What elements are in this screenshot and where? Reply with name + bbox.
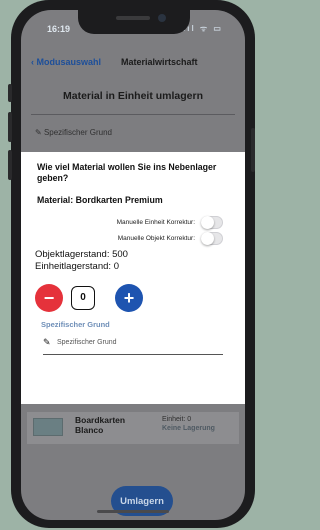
speaker (116, 16, 150, 20)
background-reason-placeholder: Spezifischer Grund (43, 128, 112, 137)
dialog-question: Wie viel Material wollen Sie ins Nebenla… (37, 162, 217, 183)
back-label: Modusauswahl (36, 57, 102, 67)
background-reason-field[interactable]: ✎ Spezifischer Grund (35, 128, 112, 137)
nav-title: Materialwirtschaft (121, 57, 198, 67)
app-screen: 16:19 ııl ᯤ ▭ ‹ Modusauswahl Materialwir… (21, 10, 245, 520)
status-time: 16:19 (47, 24, 71, 34)
list-item-storage: Keine Lagerung (162, 425, 215, 432)
pencil-icon: ✎ (43, 337, 51, 347)
pencil-icon: ✎ (35, 128, 44, 137)
quantity-stepper: − 0 + (35, 284, 155, 312)
dialog-material: Material: Bordkarten Premium (37, 195, 163, 205)
phone-side-button (8, 84, 12, 102)
list-item-name: Boardkarten Blanco (75, 415, 126, 435)
reason-label: Spezifischer Grund (41, 320, 110, 329)
increment-button[interactable]: + (115, 284, 143, 312)
toggle-knob (201, 216, 214, 229)
objekt-stock: Objektlagerstand: 500 (35, 249, 128, 260)
einheit-stock: Einheitlagerstand: 0 (35, 261, 119, 272)
toggle-einheit-korrektur[interactable] (201, 216, 223, 229)
toggle-row-einheit: Manuelle Einheit Korrektur: (21, 216, 245, 230)
notch (78, 10, 190, 34)
reason-placeholder: Spezifischer Grund (57, 339, 117, 346)
phone-power-button (251, 128, 255, 172)
list-item-unit-count: Einheit: 0 (162, 416, 192, 423)
navigation-bar: ‹ Modusauswahl Materialwirtschaft (21, 52, 245, 74)
list-item-unit: Einheit: 0 Keine Lagerung (162, 415, 215, 433)
quantity-dialog: Wie viel Material wollen Sie ins Nebenla… (21, 152, 245, 404)
reason-input[interactable]: ✎ Spezifischer Grund (43, 335, 223, 355)
phone-volume-down (8, 150, 12, 180)
toggle-label-einheit: Manuelle Einheit Korrektur: (116, 219, 195, 226)
divider (31, 114, 235, 115)
quantity-input[interactable]: 0 (71, 286, 95, 310)
camera (158, 14, 166, 22)
toggle-label-objekt: Manuelle Objekt Korrektur: (117, 235, 195, 242)
list-item[interactable]: Boardkarten Blanco Einheit: 0 Keine Lage… (27, 412, 239, 444)
back-button[interactable]: ‹ Modusauswahl (31, 57, 101, 67)
page-title: Material in Einheit umlagern (62, 90, 204, 102)
decrement-button[interactable]: − (35, 284, 63, 312)
toggle-row-objekt: Manuelle Objekt Korrektur: (21, 232, 245, 246)
phone-volume-up (8, 112, 12, 142)
material-thumbnail (33, 418, 63, 436)
home-indicator (97, 510, 169, 513)
toggle-knob (201, 232, 214, 245)
toggle-objekt-korrektur[interactable] (201, 232, 223, 245)
status-icons: ııl ᯤ ▭ (183, 24, 223, 33)
